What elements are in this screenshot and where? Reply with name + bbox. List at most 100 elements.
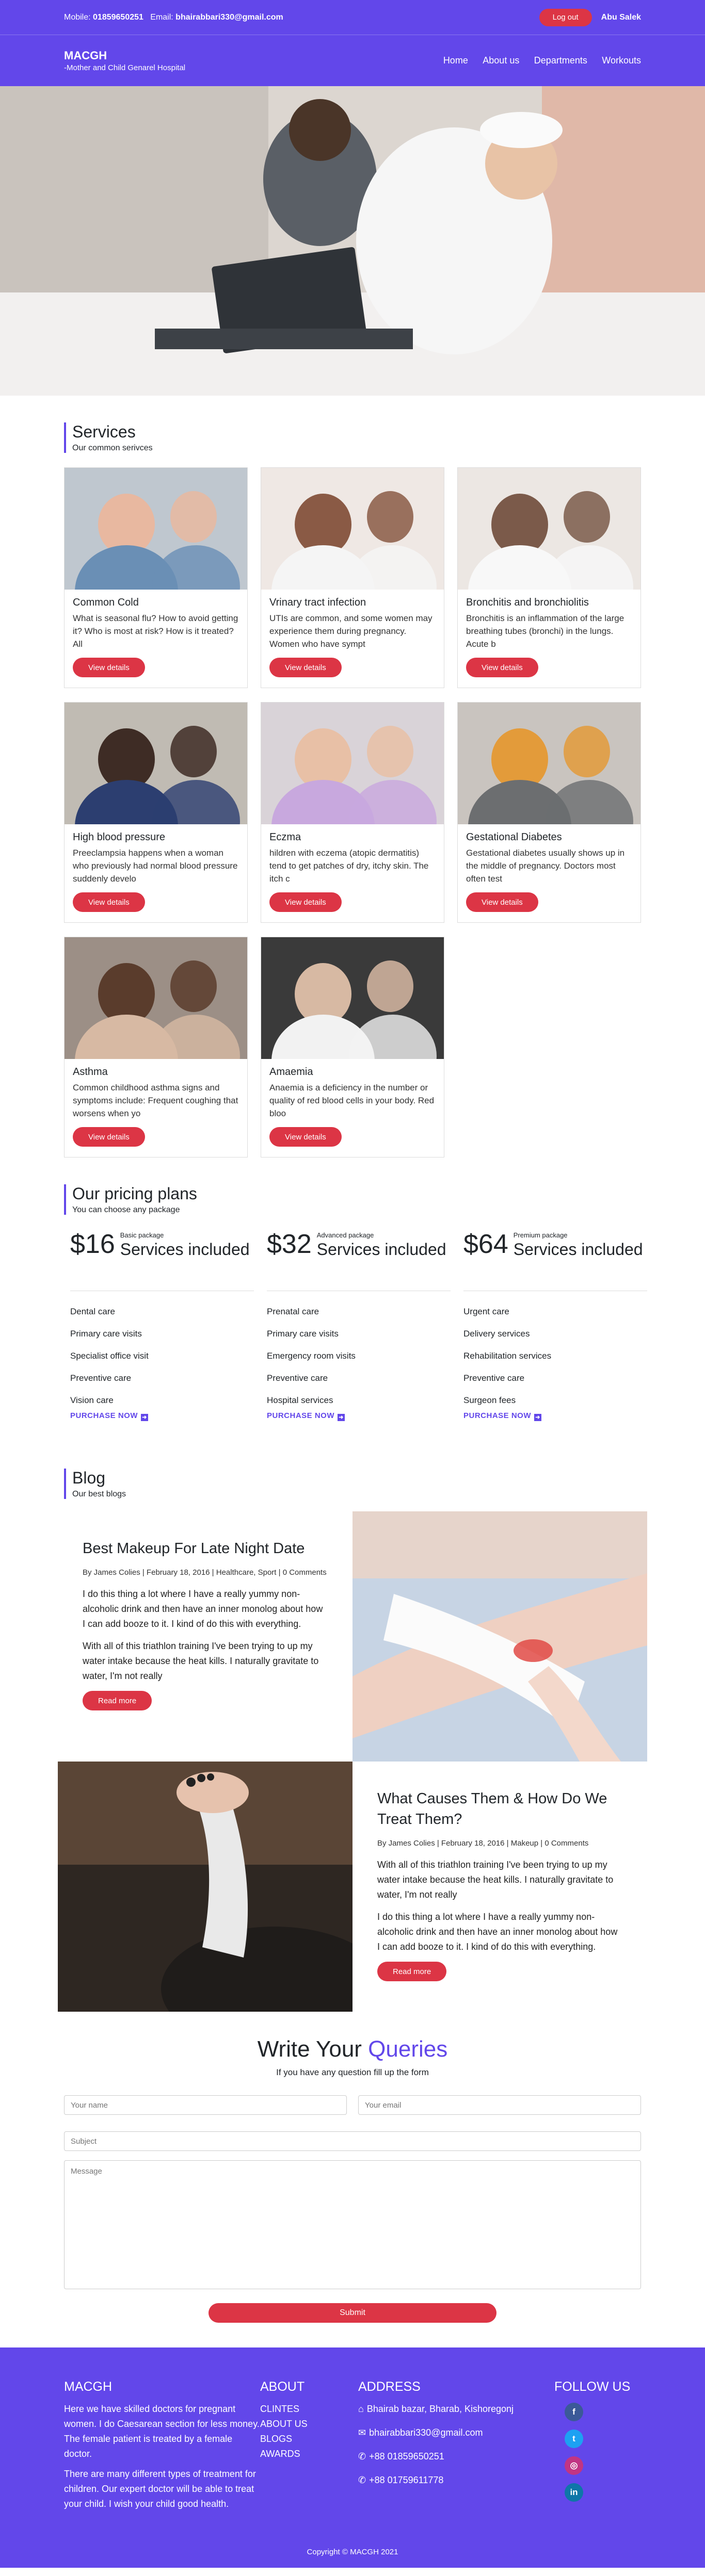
footer-link-awards[interactable]: AWARDS	[260, 2447, 358, 2461]
twitter-icon[interactable]: t	[565, 2430, 583, 2448]
nav-about[interactable]: About us	[483, 55, 519, 66]
read-more-button[interactable]: Read more	[83, 1691, 152, 1710]
footer-address-title: ADDRESS	[358, 2379, 421, 2394]
service-illustration	[261, 703, 444, 824]
purchase-now-link[interactable]: PURCHASE NOW ➜	[70, 1411, 254, 1421]
address-line: Bhairab bazar, Bharab, Kishoregonj	[366, 2404, 514, 2414]
service-text: Common childhood asthma signs and sympto…	[73, 1083, 238, 1118]
service-image	[261, 937, 444, 1059]
plan-header: $32 Advanced package Services included	[267, 1229, 451, 1291]
services-section: Services Our common serivces Common Cold…	[64, 422, 641, 1157]
doctors-illustration	[0, 86, 705, 396]
address-phone: +88 01759611778	[369, 2475, 444, 2485]
blog-post-1: Best Makeup For Late Night Date By James…	[58, 1511, 647, 1762]
view-details-button[interactable]: View details	[73, 892, 145, 912]
view-details-button[interactable]: View details	[73, 658, 145, 677]
service-card: Eczma hildren with eczema (atopic dermati…	[261, 702, 444, 923]
top-bar: Mobile: 01859650251 Email: bhairabbari33…	[0, 0, 705, 35]
envelope-icon: ✉	[358, 2427, 366, 2438]
name-field[interactable]	[64, 2095, 347, 2115]
site-footer: MACGH Here we have skilled doctors for p…	[0, 2347, 705, 2568]
plan-included: Services included	[120, 1240, 250, 1259]
arrow-right-icon: ➜	[141, 1414, 149, 1421]
hero-image	[0, 86, 705, 396]
view-details-button[interactable]: View details	[269, 1127, 342, 1147]
email-field[interactable]	[358, 2095, 641, 2115]
blog-title: Blog	[72, 1469, 106, 1487]
blog-post-paragraph: I do this thing a lot where I have a rea…	[377, 1912, 618, 1952]
service-card: High blood pressure Preeclampsia happens …	[64, 702, 248, 923]
service-card: Vrinary tract infection UTIs are common, …	[261, 467, 444, 688]
plan-feature: Urgent care	[463, 1307, 509, 1316]
view-details-button[interactable]: View details	[466, 892, 538, 912]
linkedin-icon[interactable]: in	[565, 2483, 583, 2502]
queries-subtitle: If you have any question fill up the for…	[276, 2067, 429, 2077]
footer-paragraph: There are many different types of treatm…	[64, 2469, 256, 2509]
blog-post-title[interactable]: Best Makeup For Late Night Date	[83, 1538, 328, 1559]
purchase-label: PURCHASE NOW	[267, 1411, 335, 1420]
submit-button[interactable]: Submit	[209, 2303, 496, 2323]
service-body: Eczma hildren with eczema (atopic dermati…	[261, 824, 444, 922]
plan-price: $16	[70, 1229, 115, 1259]
brand[interactable]: MACGH -Mother and Child Genarel Hospital	[64, 49, 431, 72]
facebook-icon[interactable]: f	[565, 2403, 583, 2421]
footer-paragraph: Here we have skilled doctors for pregnan…	[64, 2404, 260, 2459]
view-details-button[interactable]: View details	[466, 658, 538, 677]
logout-button[interactable]: Log out	[539, 8, 592, 26]
service-title: Eczma	[269, 832, 301, 843]
services-title: Services	[72, 422, 136, 441]
purchase-label: PURCHASE NOW	[463, 1411, 532, 1420]
footer-link-about-us[interactable]: ABOUT US	[260, 2417, 358, 2432]
blog-post-title[interactable]: What Causes Them & How Do We Treat Them?	[377, 1788, 622, 1830]
footer-follow-title: FOLLOW US	[554, 2379, 631, 2394]
service-illustration	[65, 703, 247, 824]
service-image	[458, 703, 640, 824]
services-grid: Common Cold What is seasonal flu? How to …	[64, 467, 641, 1157]
footer-brand: MACGH	[64, 2379, 113, 2394]
service-title: Common Cold	[73, 597, 139, 608]
footer-address: ADDRESS ⌂ Bhairab bazar, Bharab, Kishoreg…	[358, 2379, 554, 2517]
brand-title: MACGH	[64, 49, 107, 62]
footer-link-clintes[interactable]: CLINTES	[260, 2402, 358, 2417]
query-form: Submit	[64, 2095, 641, 2323]
service-card: Bronchitis and bronchiolitis Bronchitis i…	[457, 467, 641, 688]
main-navbar: MACGH -Mother and Child Genarel Hospital…	[0, 35, 705, 86]
address-email: bhairabbari330@gmail.com	[369, 2427, 483, 2438]
service-title: Gestational Diabetes	[466, 832, 562, 843]
service-text: UTIs are common, and some women may expe…	[269, 613, 432, 649]
bandaged-arm-illustration	[352, 1511, 647, 1762]
purchase-now-link[interactable]: PURCHASE NOW ➜	[463, 1411, 647, 1421]
plan-header: $16 Basic package Services included	[70, 1229, 254, 1291]
blog-post-text: What Causes Them & How Do We Treat Them?…	[352, 1762, 647, 2012]
address-phone: +88 01859650251	[369, 2451, 444, 2461]
blog-section: Blog Our best blogs Best Makeup For Late…	[0, 1469, 705, 2012]
view-details-button[interactable]: View details	[269, 658, 342, 677]
instagram-icon[interactable]: ◎	[565, 2456, 583, 2475]
plan-feature: Delivery services	[463, 1329, 530, 1339]
service-illustration	[261, 468, 444, 590]
message-field[interactable]	[64, 2160, 641, 2289]
nav-workouts[interactable]: Workouts	[602, 55, 641, 66]
blog-post-paragraph: I do this thing a lot where I have a rea…	[83, 1589, 323, 1629]
nav-departments[interactable]: Departments	[534, 55, 587, 66]
service-body: Gestational Diabetes Gestational diabetes…	[458, 824, 640, 922]
service-body: Bronchitis and bronchiolitis Bronchitis i…	[458, 590, 640, 688]
footer-link-blogs[interactable]: BLOGS	[260, 2432, 358, 2447]
purchase-now-link[interactable]: PURCHASE NOW ➜	[267, 1411, 451, 1421]
plan-features: Dental care Primary care visits Specialist…	[70, 1300, 254, 1411]
blog-post-image	[352, 1511, 647, 1762]
view-details-button[interactable]: View details	[269, 892, 342, 912]
subject-field[interactable]	[64, 2131, 641, 2151]
read-more-button[interactable]: Read more	[377, 1962, 447, 1981]
pricing-subtitle: You can choose any package	[72, 1205, 180, 1214]
service-title: Bronchitis and bronchiolitis	[466, 597, 589, 608]
site-header: Mobile: 01859650251 Email: bhairabbari33…	[0, 0, 705, 86]
nav-home[interactable]: Home	[443, 55, 468, 66]
service-illustration	[261, 937, 444, 1059]
service-text: Gestational diabetes usually shows up in…	[466, 848, 625, 884]
email-label: Email:	[150, 12, 173, 22]
view-details-button[interactable]: View details	[73, 1127, 145, 1147]
plan-price: $32	[267, 1229, 312, 1259]
pricing-heading: Our pricing plans You can choose any pac…	[64, 1184, 641, 1215]
plan-feature: Prenatal care	[267, 1307, 319, 1316]
